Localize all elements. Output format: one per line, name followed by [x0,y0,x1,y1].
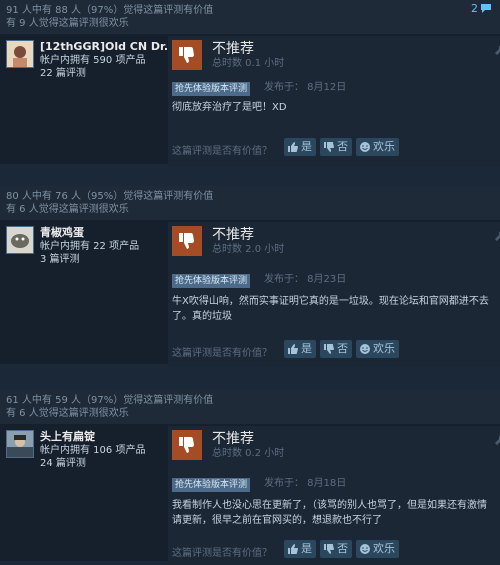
no-label: 否 [337,542,348,555]
vote-no-button[interactable]: 否 [320,540,352,558]
owned-products[interactable]: 帐户内拥有 22 项产品 [40,240,170,253]
posted-date: 发布于： 8月12日 [264,82,347,93]
author-info: [12thGGR]Old CN Dr. 帐户内拥有 590 项产品 22 篇评测 [40,40,170,80]
helpful-controls: 这篇评测是否有价值？ 是 否 欢乐 [172,540,496,560]
author-info: 青椒鸡蛋 帐户内拥有 22 项产品 3 篇评测 [40,226,170,266]
no-label: 否 [337,342,348,355]
owned-products[interactable]: 帐户内拥有 590 项产品 [40,54,170,67]
wrench-icon[interactable] [494,44,500,59]
smiley-icon [360,142,370,152]
review-card-2: 80 人中有 76 人（95%）觉得这篇评测有价值 有 6 人觉得这篇评测很欢乐… [0,186,500,366]
review-card-1: 91 人中有 88 人（97%）觉得这篇评测有价值 有 9 人觉得这篇评测很欢乐… [0,0,500,166]
early-access-badge: 抢先体验版本评测 [172,478,251,492]
no-label: 否 [337,140,348,153]
playtime: 总时数 0.2 小时 [212,448,285,459]
verdict-label: 不推荐 [212,227,254,243]
review-helpful-header: 80 人中有 76 人（95%）觉得这篇评测有价值 有 6 人觉得这篇评测很欢乐 [0,186,500,220]
review-helpful-header: 61 人中有 59 人（97%）觉得这篇评测有价值 有 6 人觉得这篇评测很欢乐 [0,390,500,424]
review-body: [12thGGR]Old CN Dr. 帐户内拥有 590 项产品 22 篇评测… [0,34,500,168]
vote-funny-button[interactable]: 欢乐 [356,540,399,558]
vote-no-button[interactable]: 否 [320,340,352,358]
vote-row: 不推荐 总时数 0.2 小时 [172,430,500,460]
vote-yes-button[interactable]: 是 [284,138,316,156]
thumbs-down-icon [324,544,334,554]
posted-date: 发布于： 8月18日 [264,478,347,489]
review-panel: 不推荐 总时数 2.0 小时 抢先体验版本评测 发布于： 8月23日 牛X吹得山… [168,222,500,366]
funny-text: 有 6 人觉得这篇评测很欢乐 [6,408,129,419]
playtime: 总时数 2.0 小时 [212,244,285,255]
vote-yes-button[interactable]: 是 [284,540,316,558]
thumbs-down-icon [179,437,194,453]
posted-date: 发布于： 8月23日 [264,274,347,285]
early-access-badge: 抢先体验版本评测 [172,82,251,96]
avatar[interactable] [6,226,34,254]
author-info: 头上有扁锭 帐户内拥有 106 项产品 24 篇评测 [40,430,170,470]
helpful-text: 91 人中有 88 人（97%）觉得这篇评测有价值 [6,5,214,16]
vote-row: 不推荐 总时数 2.0 小时 [172,226,500,256]
helpful-question: 这篇评测是否有价值？ [172,146,272,157]
vote-row: 不推荐 总时数 0.1 小时 [172,40,500,70]
avatar[interactable] [6,430,34,458]
early-access-badge: 抢先体验版本评测 [172,274,251,288]
yes-label: 是 [301,140,312,153]
thumbs-down-icon [179,47,194,63]
review-count[interactable]: 22 篇评测 [40,67,170,80]
thumbs-up-icon [288,142,298,152]
playtime: 总时数 0.1 小时 [212,58,285,69]
review-content: 我看制作人也没心思在更新了，（该骂的别人也骂了，但是如果还有激情请更新，很早之前… [172,500,487,526]
review-panel: 不推荐 总时数 0.2 小时 抢先体验版本评测 发布于： 8月18日 我看制作人… [168,426,500,565]
thumbs-down-icon [324,142,334,152]
author-name[interactable]: 头上有扁锭 [40,430,170,444]
review-body: 头上有扁锭 帐户内拥有 106 项产品 24 篇评测 不推荐 总时数 0.2 小… [0,424,500,565]
review-panel: 不推荐 总时数 0.1 小时 抢先体验版本评测 发布于： 8月12日 彻底放弃治… [168,36,500,166]
comment-bubble-icon [481,4,491,13]
thumbs-down-box[interactable] [172,430,202,460]
owned-products[interactable]: 帐户内拥有 106 项产品 [40,444,170,457]
thumbs-up-icon [288,544,298,554]
wrench-icon[interactable] [494,230,500,245]
helpful-question: 这篇评测是否有价值？ [172,348,272,359]
vote-no-button[interactable]: 否 [320,138,352,156]
helpful-question: 这篇评测是否有价值？ [172,548,272,559]
verdict-label: 不推荐 [212,431,254,447]
review-body: 青椒鸡蛋 帐户内拥有 22 项产品 3 篇评测 不推荐 总时数 2.0 小时 抢… [0,220,500,368]
thumbs-down-box[interactable] [172,40,202,70]
funny-label: 欢乐 [373,342,395,355]
review-content: 牛X吹得山响，然而实事证明它真的是一垃圾。现在论坛和官网都进不去了。真的垃圾 [172,296,489,322]
review-content: 彻底放弃治疗了是吧！XD [172,102,287,113]
funny-text: 有 6 人觉得这篇评测很欢乐 [6,204,129,215]
verdict-label: 不推荐 [212,41,254,57]
funny-label: 欢乐 [373,542,395,555]
helpful-controls: 这篇评测是否有价值？ 是 否 欢乐 [172,340,496,360]
thumbs-up-icon [288,344,298,354]
helpful-text: 61 人中有 59 人（97%）觉得这篇评测有价值 [6,395,214,406]
comment-count-link[interactable]: 2 [471,2,492,15]
vote-funny-button[interactable]: 欢乐 [356,138,399,156]
smiley-icon [360,544,370,554]
helpful-controls: 这篇评测是否有价值？ 是 否 欢乐 [172,138,496,158]
helpful-text: 80 人中有 76 人（95%）觉得这篇评测有价值 [6,191,214,202]
thumbs-down-icon [324,344,334,354]
avatar[interactable] [6,40,34,68]
wrench-icon[interactable] [494,434,500,449]
thumbs-down-box[interactable] [172,226,202,256]
yes-label: 是 [301,342,312,355]
review-helpful-header: 91 人中有 88 人（97%）觉得这篇评测有价值 有 9 人觉得这篇评测很欢乐… [0,0,500,34]
funny-text: 有 9 人觉得这篇评测很欢乐 [6,18,129,29]
funny-label: 欢乐 [373,140,395,153]
vote-funny-button[interactable]: 欢乐 [356,340,399,358]
thumbs-down-icon [179,233,194,249]
review-count[interactable]: 3 篇评测 [40,253,170,266]
yes-label: 是 [301,542,312,555]
author-name[interactable]: 青椒鸡蛋 [40,226,170,240]
author-name[interactable]: [12thGGR]Old CN Dr. [40,40,170,54]
comment-count: 2 [471,2,478,15]
review-card-3: 61 人中有 59 人（97%）觉得这篇评测有价值 有 6 人觉得这篇评测很欢乐… [0,390,500,565]
smiley-icon [360,344,370,354]
vote-yes-button[interactable]: 是 [284,340,316,358]
review-count[interactable]: 24 篇评测 [40,457,170,470]
